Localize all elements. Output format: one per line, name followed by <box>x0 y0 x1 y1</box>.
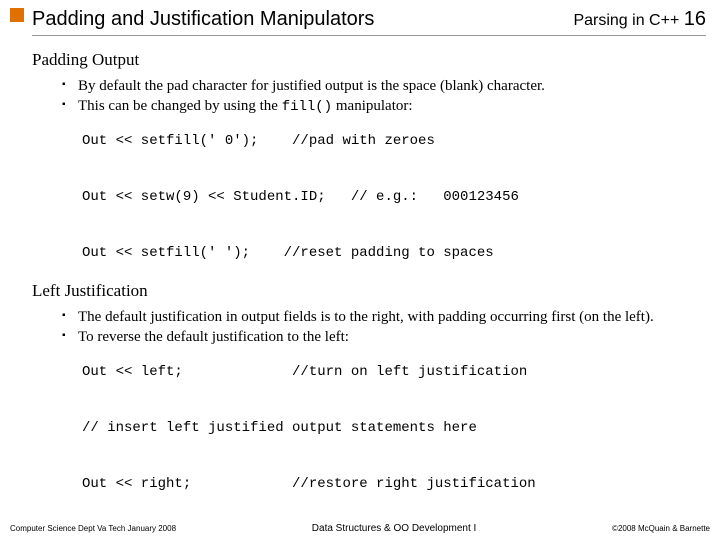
list-item: This can be changed by using the fill() … <box>62 96 706 117</box>
list-item: By default the pad character for justifi… <box>62 76 706 96</box>
topic-label: Parsing in C++ <box>573 12 679 29</box>
bullet-text: By default the pad character for justifi… <box>78 78 545 94</box>
footer: Computer Science Dept Va Tech January 20… <box>0 523 720 534</box>
bullet-text-pre: This can be changed by using the <box>78 98 282 114</box>
list-item: To reverse the default justification to … <box>62 327 706 347</box>
section-padding-output: Padding Output By default the pad charac… <box>32 50 706 267</box>
accent-square <box>10 8 24 22</box>
page-number: 16 <box>684 8 706 30</box>
bullet-list: The default justification in output fiel… <box>62 307 706 348</box>
slide: Padding and Justification Manipulators P… <box>0 0 720 540</box>
title-row: Padding and Justification Manipulators P… <box>32 8 706 36</box>
bullet-text-post: manipulator: <box>332 98 412 114</box>
list-item: The default justification in output fiel… <box>62 307 706 327</box>
footer-center: Data Structures & OO Development I <box>312 523 477 534</box>
inline-code: fill() <box>282 99 332 115</box>
section-heading: Padding Output <box>32 50 706 70</box>
header-right: Parsing in C++ 16 <box>573 8 706 31</box>
slide-title: Padding and Justification Manipulators <box>32 8 374 31</box>
code-block: Out << left; //turn on left justificatio… <box>82 358 706 498</box>
bullet-list: By default the pad character for justifi… <box>62 76 706 117</box>
bullet-text: To reverse the default justification to … <box>78 329 349 345</box>
section-heading: Left Justification <box>32 281 706 301</box>
footer-right: ©2008 McQuain & Barnette <box>612 524 710 533</box>
code-block: Out << setfill(' 0'); //pad with zeroes … <box>82 127 706 267</box>
section-left-justification: Left Justification The default justifica… <box>32 281 706 498</box>
footer-left: Computer Science Dept Va Tech January 20… <box>10 524 176 533</box>
bullet-text: The default justification in output fiel… <box>78 309 654 325</box>
